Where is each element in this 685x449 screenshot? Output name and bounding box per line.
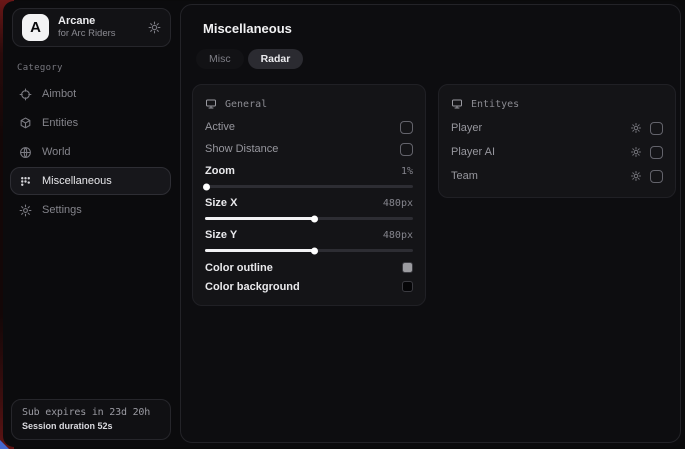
slider-thumb[interactable] xyxy=(203,183,210,190)
setting-row-show-distance: Show Distance xyxy=(205,138,413,160)
app-logo: A xyxy=(22,14,49,41)
entity-label: Player AI xyxy=(451,146,495,158)
panel-title: Entityes xyxy=(471,99,519,110)
setting-row-color-background: Color background xyxy=(205,277,413,296)
tab-misc[interactable]: Misc xyxy=(196,49,244,69)
sub-expires-text: Sub expires in 23d 20h xyxy=(22,407,160,418)
sidebar-item-entities[interactable]: Entities xyxy=(10,109,171,137)
player-checkbox[interactable] xyxy=(650,122,663,135)
gear-icon[interactable] xyxy=(148,21,161,34)
app-name: Arcane xyxy=(58,15,139,29)
setting-label: Size Y xyxy=(205,229,237,241)
app-window: A Arcane for Arc Riders Category xyxy=(3,1,684,447)
active-checkbox[interactable] xyxy=(400,121,413,134)
zoom-slider[interactable] xyxy=(205,185,413,188)
monitor-icon xyxy=(451,98,463,110)
sidebar-item-label: Entities xyxy=(42,117,78,129)
subscription-card: Sub expires in 23d 20h Session duration … xyxy=(11,399,171,440)
tab-bar: Misc Radar xyxy=(196,49,680,69)
entity-row-player: Player xyxy=(451,116,663,140)
zoom-value: 1% xyxy=(401,166,413,177)
entity-row-player-ai: Player AI xyxy=(451,140,663,164)
brand-card: A Arcane for Arc Riders xyxy=(12,8,171,47)
sidebar-nav: Aimbot Entities xyxy=(3,80,178,224)
category-label: Category xyxy=(17,63,178,73)
tab-radar[interactable]: Radar xyxy=(248,49,304,69)
size-y-value: 480px xyxy=(383,230,413,241)
setting-label: Color background xyxy=(205,281,300,293)
setting-label: Size X xyxy=(205,197,237,209)
size-x-slider[interactable] xyxy=(205,217,413,220)
globe-icon xyxy=(19,146,32,159)
sidebar-item-label: Aimbot xyxy=(42,88,76,100)
setting-row-size-x: Size X 480px xyxy=(205,194,413,220)
entities-panel: Entityes Player P xyxy=(438,84,676,198)
setting-label: Active xyxy=(205,121,235,133)
show-distance-checkbox[interactable] xyxy=(400,143,413,156)
size-y-slider[interactable] xyxy=(205,249,413,252)
sidebar-item-settings[interactable]: Settings xyxy=(10,196,171,224)
session-duration-text: Session duration 52s xyxy=(22,421,160,431)
crosshair-icon xyxy=(19,88,32,101)
sidebar-item-aimbot[interactable]: Aimbot xyxy=(10,80,171,108)
slider-thumb[interactable] xyxy=(311,247,318,254)
grid-icon xyxy=(19,175,32,188)
setting-label: Color outline xyxy=(205,262,273,274)
sidebar-item-label: Settings xyxy=(42,204,82,216)
setting-row-zoom: Zoom 1% xyxy=(205,162,413,188)
sidebar-item-world[interactable]: World xyxy=(10,138,171,166)
color-outline-swatch[interactable] xyxy=(402,262,413,273)
gear-icon xyxy=(19,204,32,217)
gear-icon[interactable] xyxy=(630,122,642,134)
setting-row-active: Active xyxy=(205,116,413,138)
sidebar-item-label: Miscellaneous xyxy=(42,175,112,187)
entity-label: Team xyxy=(451,170,478,182)
setting-label: Zoom xyxy=(205,165,235,177)
panel-title: General xyxy=(225,99,267,110)
team-checkbox[interactable] xyxy=(650,170,663,183)
sidebar-item-miscellaneous[interactable]: Miscellaneous xyxy=(10,167,171,195)
entity-label: Player xyxy=(451,122,482,134)
general-panel: General Active Show Distance Zoom 1% xyxy=(192,84,426,306)
cube-icon xyxy=(19,117,32,130)
size-x-value: 480px xyxy=(383,198,413,209)
player-ai-checkbox[interactable] xyxy=(650,146,663,159)
page-title: Miscellaneous xyxy=(203,21,680,36)
sidebar-item-label: World xyxy=(42,146,71,158)
setting-label: Show Distance xyxy=(205,143,278,155)
gear-icon[interactable] xyxy=(630,146,642,158)
setting-row-color-outline: Color outline xyxy=(205,258,413,277)
main-content: Miscellaneous Misc Radar General Active xyxy=(180,4,681,443)
slider-thumb[interactable] xyxy=(311,215,318,222)
setting-row-size-y: Size Y 480px xyxy=(205,226,413,252)
entity-row-team: Team xyxy=(451,164,663,188)
gear-icon[interactable] xyxy=(630,170,642,182)
monitor-icon xyxy=(205,98,217,110)
sidebar: A Arcane for Arc Riders Category xyxy=(3,1,178,447)
app-subtitle: for Arc Riders xyxy=(58,28,139,40)
color-background-swatch[interactable] xyxy=(402,281,413,292)
